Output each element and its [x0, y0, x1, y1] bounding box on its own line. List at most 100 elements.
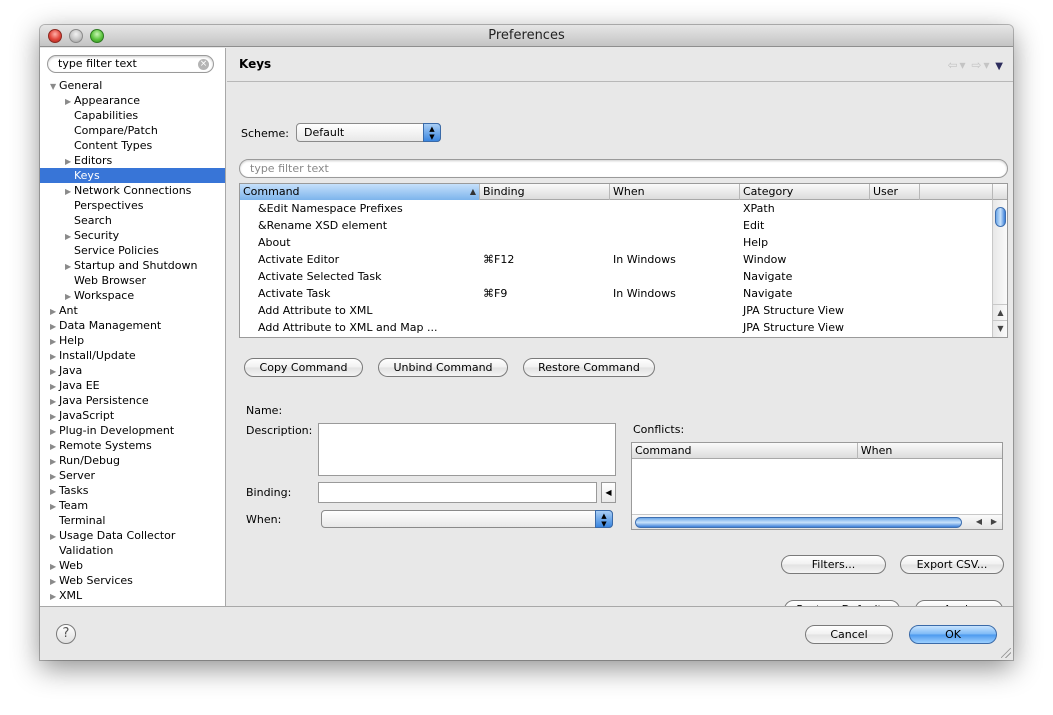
scroll-thumb[interactable]	[635, 517, 962, 528]
unbind-command-button[interactable]: Unbind Command	[378, 358, 508, 377]
forward-dropdown-icon[interactable]: ▾	[983, 58, 989, 72]
expand-closed-icon[interactable]: ▶	[50, 499, 59, 514]
tree-item-run-debug[interactable]: ▶ Run/Debug	[40, 453, 225, 468]
tree-item-java[interactable]: ▶ Java	[40, 363, 225, 378]
tree-item-web-services[interactable]: ▶ Web Services	[40, 573, 225, 588]
horizontal-scrollbar[interactable]: ◀ ▶	[632, 514, 1002, 529]
filters-button[interactable]: Filters...	[781, 555, 886, 574]
vertical-scrollbar[interactable]: ▲ ▼	[992, 200, 1007, 337]
tree-item-web-browser[interactable]: Web Browser	[40, 273, 225, 288]
expand-closed-icon[interactable]: ▶	[50, 394, 59, 409]
command-filter-input[interactable]	[240, 160, 940, 175]
tree-item-network-connections[interactable]: ▶ Network Connections	[40, 183, 225, 198]
tree-item-editors[interactable]: ▶ Editors	[40, 153, 225, 168]
expand-closed-icon[interactable]: ▶	[50, 589, 59, 604]
export-csv-button[interactable]: Export CSV...	[900, 555, 1004, 574]
expand-closed-icon[interactable]: ▶	[50, 574, 59, 589]
when-select[interactable]: ▲ ▼	[321, 510, 613, 528]
conflicts-column-when[interactable]: When	[858, 443, 1002, 459]
back-arrow-icon[interactable]: ⇦	[947, 58, 957, 72]
expand-closed-icon[interactable]: ▶	[50, 349, 59, 364]
tree-item-help[interactable]: ▶ Help	[40, 333, 225, 348]
column-extra[interactable]	[920, 184, 993, 200]
tree-item-capabilities[interactable]: Capabilities	[40, 108, 225, 123]
tree-item-workspace[interactable]: ▶ Workspace	[40, 288, 225, 303]
tree-item-remote-systems[interactable]: ▶ Remote Systems	[40, 438, 225, 453]
column-when[interactable]: When	[610, 184, 740, 200]
tree-item-search[interactable]: Search	[40, 213, 225, 228]
resize-grip-icon[interactable]	[1001, 648, 1011, 658]
zoom-window-button[interactable]	[90, 29, 104, 43]
restore-command-button[interactable]: Restore Command	[523, 358, 655, 377]
copy-command-button[interactable]: Copy Command	[244, 358, 363, 377]
clear-filter-icon[interactable]: ×	[198, 59, 209, 70]
expand-closed-icon[interactable]: ▶	[65, 259, 74, 274]
column-binding[interactable]: Binding	[480, 184, 610, 200]
tree-item-content-types[interactable]: Content Types	[40, 138, 225, 153]
tree-item-validation[interactable]: Validation	[40, 543, 225, 558]
expand-closed-icon[interactable]: ▶	[50, 379, 59, 394]
title-bar[interactable]: Preferences	[40, 25, 1013, 47]
tree-item-web[interactable]: ▶ Web	[40, 558, 225, 573]
tree-filter-input[interactable]	[48, 56, 188, 70]
expand-closed-icon[interactable]: ▶	[50, 304, 59, 319]
tree-item-perspectives[interactable]: Perspectives	[40, 198, 225, 213]
table-row[interactable]: Add Attribute to XML JPA Structure View	[240, 302, 1007, 319]
binding-field[interactable]	[318, 482, 597, 503]
tree-item-xml[interactable]: ▶ XML	[40, 588, 225, 603]
tree-item-terminal[interactable]: Terminal	[40, 513, 225, 528]
expand-closed-icon[interactable]: ▶	[50, 484, 59, 499]
table-row[interactable]: About Help	[240, 234, 1007, 251]
tree-item-plug-in-development[interactable]: ▶ Plug-in Development	[40, 423, 225, 438]
expand-closed-icon[interactable]: ▶	[65, 94, 74, 109]
minimize-window-button[interactable]	[69, 29, 83, 43]
table-row[interactable]: Activate Task ⌘F9 In Windows Navigate	[240, 285, 1007, 302]
expand-closed-icon[interactable]: ▶	[65, 154, 74, 169]
expand-closed-icon[interactable]: ▶	[50, 559, 59, 574]
expand-open-icon[interactable]: ▼	[50, 79, 59, 94]
tree-item-server[interactable]: ▶ Server	[40, 468, 225, 483]
column-category[interactable]: Category	[740, 184, 870, 200]
tree-item-java-persistence[interactable]: ▶ Java Persistence	[40, 393, 225, 408]
scroll-up-icon[interactable]: ▲	[993, 304, 1007, 320]
tree-item-tasks[interactable]: ▶ Tasks	[40, 483, 225, 498]
expand-closed-icon[interactable]: ▶	[65, 184, 74, 199]
binding-menu-arrow-icon[interactable]: ◀	[601, 482, 616, 503]
expand-closed-icon[interactable]: ▶	[50, 409, 59, 424]
expand-closed-icon[interactable]: ▶	[50, 529, 59, 544]
forward-arrow-icon[interactable]: ⇨	[971, 58, 981, 72]
tree-item-java-ee[interactable]: ▶ Java EE	[40, 378, 225, 393]
expand-closed-icon[interactable]: ▶	[50, 319, 59, 334]
scroll-thumb[interactable]	[995, 207, 1006, 227]
table-row[interactable]: Activate Selected Task Navigate	[240, 268, 1007, 285]
tree-item-keys[interactable]: Keys	[40, 168, 225, 183]
scroll-left-icon[interactable]: ◀	[972, 515, 986, 529]
tree-item-appearance[interactable]: ▶ Appearance	[40, 93, 225, 108]
expand-closed-icon[interactable]: ▶	[50, 424, 59, 439]
expand-closed-icon[interactable]: ▶	[50, 364, 59, 379]
table-row[interactable]: Activate Editor ⌘F12 In Windows Window	[240, 251, 1007, 268]
tree-item-ant[interactable]: ▶ Ant	[40, 303, 225, 318]
tree-filter-field[interactable]: ×	[47, 55, 214, 73]
tree-item-general[interactable]: ▼ General	[40, 78, 225, 93]
expand-closed-icon[interactable]: ▶	[50, 439, 59, 454]
expand-closed-icon[interactable]: ▶	[65, 229, 74, 244]
tree-item-usage-data-collector[interactable]: ▶ Usage Data Collector	[40, 528, 225, 543]
back-dropdown-icon[interactable]: ▾	[960, 58, 966, 72]
description-field[interactable]	[318, 423, 616, 476]
scheme-select[interactable]: Default ▲ ▼	[296, 123, 441, 142]
table-row[interactable]: Add Attribute to XML and Map ... JPA Stru…	[240, 319, 1007, 336]
tree-item-javascript[interactable]: ▶ JavaScript	[40, 408, 225, 423]
expand-closed-icon[interactable]: ▶	[50, 334, 59, 349]
ok-button[interactable]: OK	[909, 625, 997, 644]
tree-item-compare-patch[interactable]: Compare/Patch	[40, 123, 225, 138]
column-user[interactable]: User	[870, 184, 920, 200]
close-window-button[interactable]	[48, 29, 62, 43]
expand-closed-icon[interactable]: ▶	[50, 454, 59, 469]
tree-item-security[interactable]: ▶ Security	[40, 228, 225, 243]
table-row[interactable]: &Edit Namespace Prefixes XPath	[240, 200, 1007, 217]
scroll-right-icon[interactable]: ▶	[987, 515, 1001, 529]
tree-item-team[interactable]: ▶ Team	[40, 498, 225, 513]
cancel-button[interactable]: Cancel	[805, 625, 893, 644]
expand-closed-icon[interactable]: ▶	[65, 289, 74, 304]
